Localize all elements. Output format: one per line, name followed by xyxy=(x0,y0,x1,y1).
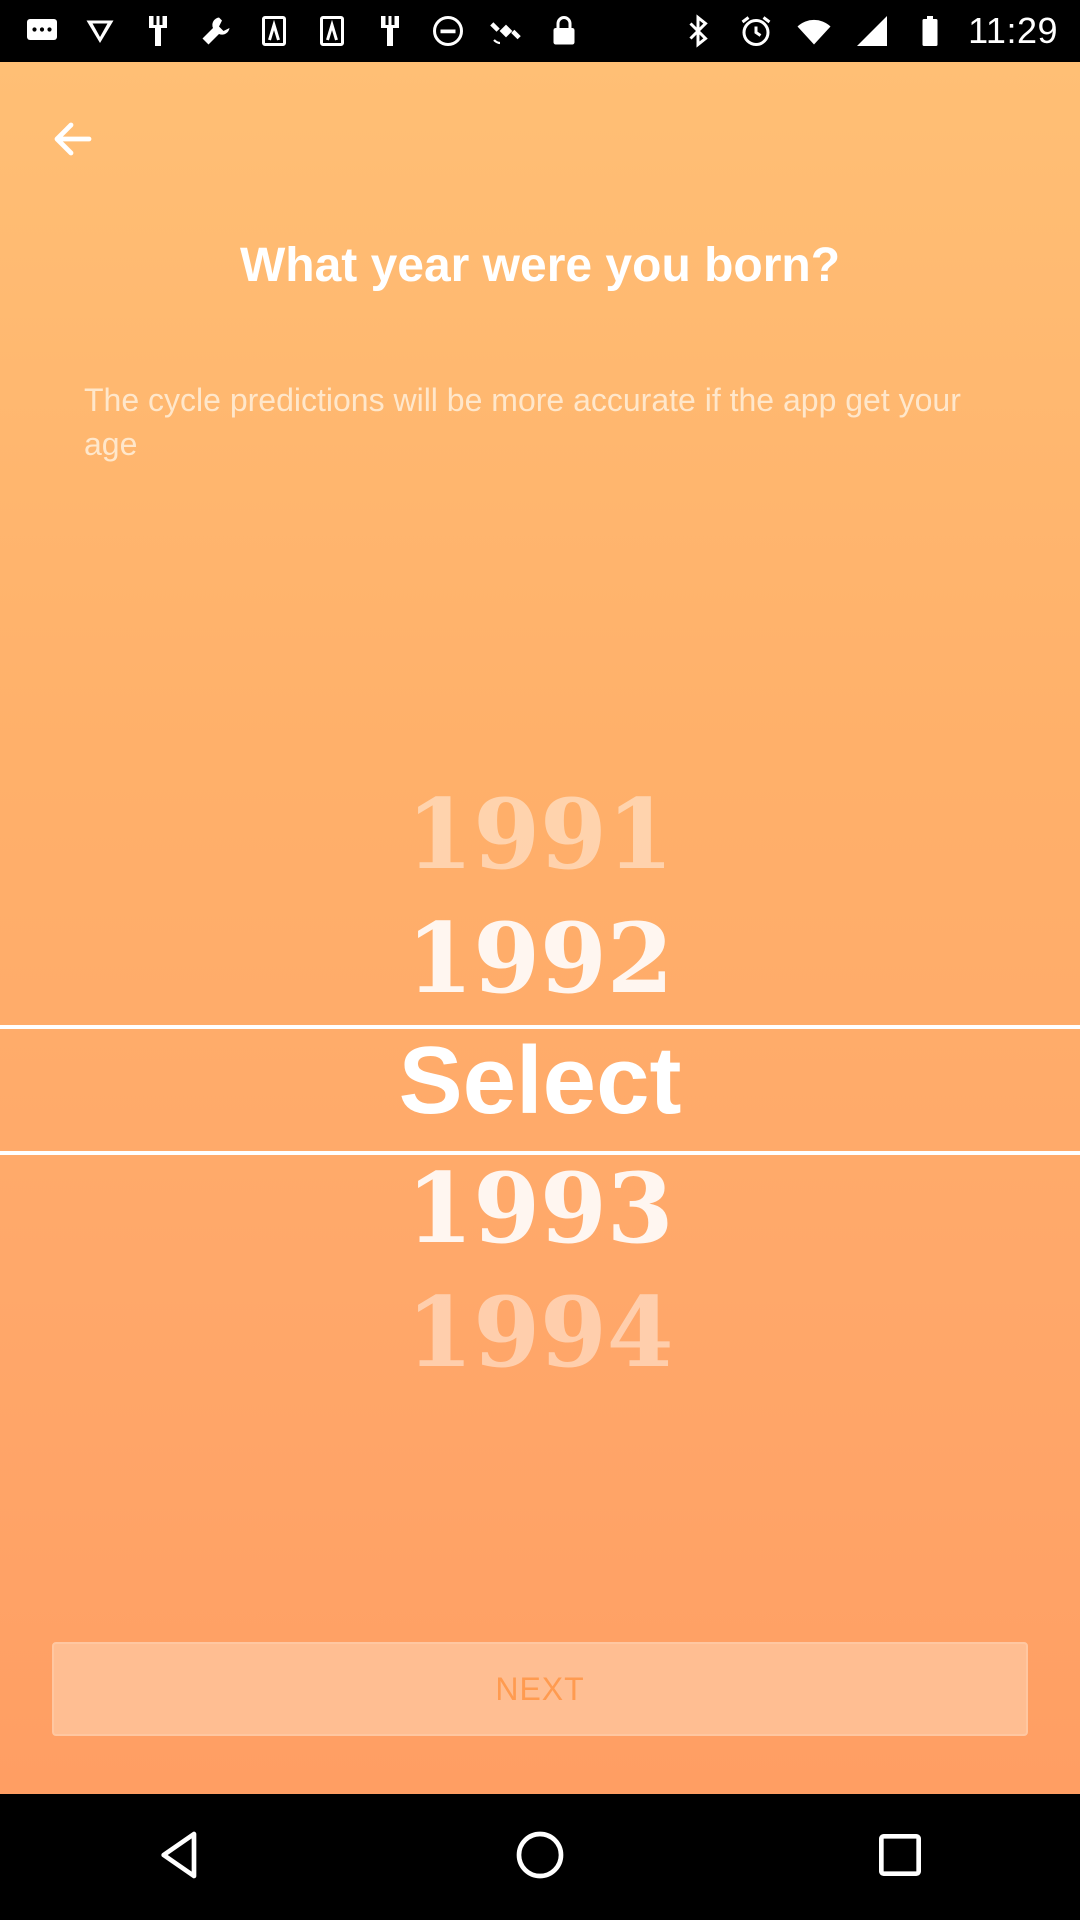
alarm-icon xyxy=(736,11,776,51)
wifi-icon xyxy=(794,11,834,51)
nav-recents-button[interactable] xyxy=(855,1812,945,1902)
recents-square-icon xyxy=(872,1827,928,1888)
wrench-icon xyxy=(196,11,236,51)
cell-signal-icon xyxy=(852,11,892,51)
home-circle-icon xyxy=(512,1827,568,1888)
status-left-icons xyxy=(0,11,584,51)
lock-icon xyxy=(544,11,584,51)
message-icon xyxy=(22,11,62,51)
status-right-icons: 11:29 xyxy=(678,10,1080,52)
signal-tower-icon xyxy=(312,11,352,51)
picker-selected-item[interactable]: Select xyxy=(0,1026,1080,1136)
tool-icon xyxy=(138,11,178,51)
tool-icon xyxy=(370,11,410,51)
battery-icon xyxy=(910,11,950,51)
arrow-left-icon xyxy=(49,115,97,168)
back-button[interactable] xyxy=(40,108,106,174)
page-title: What year were you born? xyxy=(239,239,841,292)
picker-item[interactable]: 1991 xyxy=(0,778,1080,891)
picker-item[interactable]: 1993 xyxy=(0,1152,1080,1265)
satellite-icon xyxy=(486,11,526,51)
system-nav-bar xyxy=(0,1794,1080,1920)
year-picker[interactable]: 1991 1992 Select 1993 1994 xyxy=(0,712,1080,1389)
picker-item[interactable]: 1992 xyxy=(0,902,1080,1015)
app-screen: What year were you born? The cycle predi… xyxy=(0,62,1080,1794)
signal-tower-icon xyxy=(254,11,294,51)
back-triangle-icon xyxy=(152,1827,208,1888)
nav-back-button[interactable] xyxy=(135,1812,225,1902)
status-time: 11:29 xyxy=(968,10,1058,51)
bluetooth-icon xyxy=(678,11,718,51)
status-bar: 11:29 xyxy=(0,0,1080,62)
nav-home-button[interactable] xyxy=(495,1812,585,1902)
picker-item[interactable]: 1994 xyxy=(0,1276,1080,1389)
next-button[interactable]: NEXT xyxy=(52,1642,1028,1736)
dnd-icon xyxy=(428,11,468,51)
download-icon xyxy=(80,11,120,51)
page-subtitle: The cycle predictions will be more accur… xyxy=(84,382,961,462)
